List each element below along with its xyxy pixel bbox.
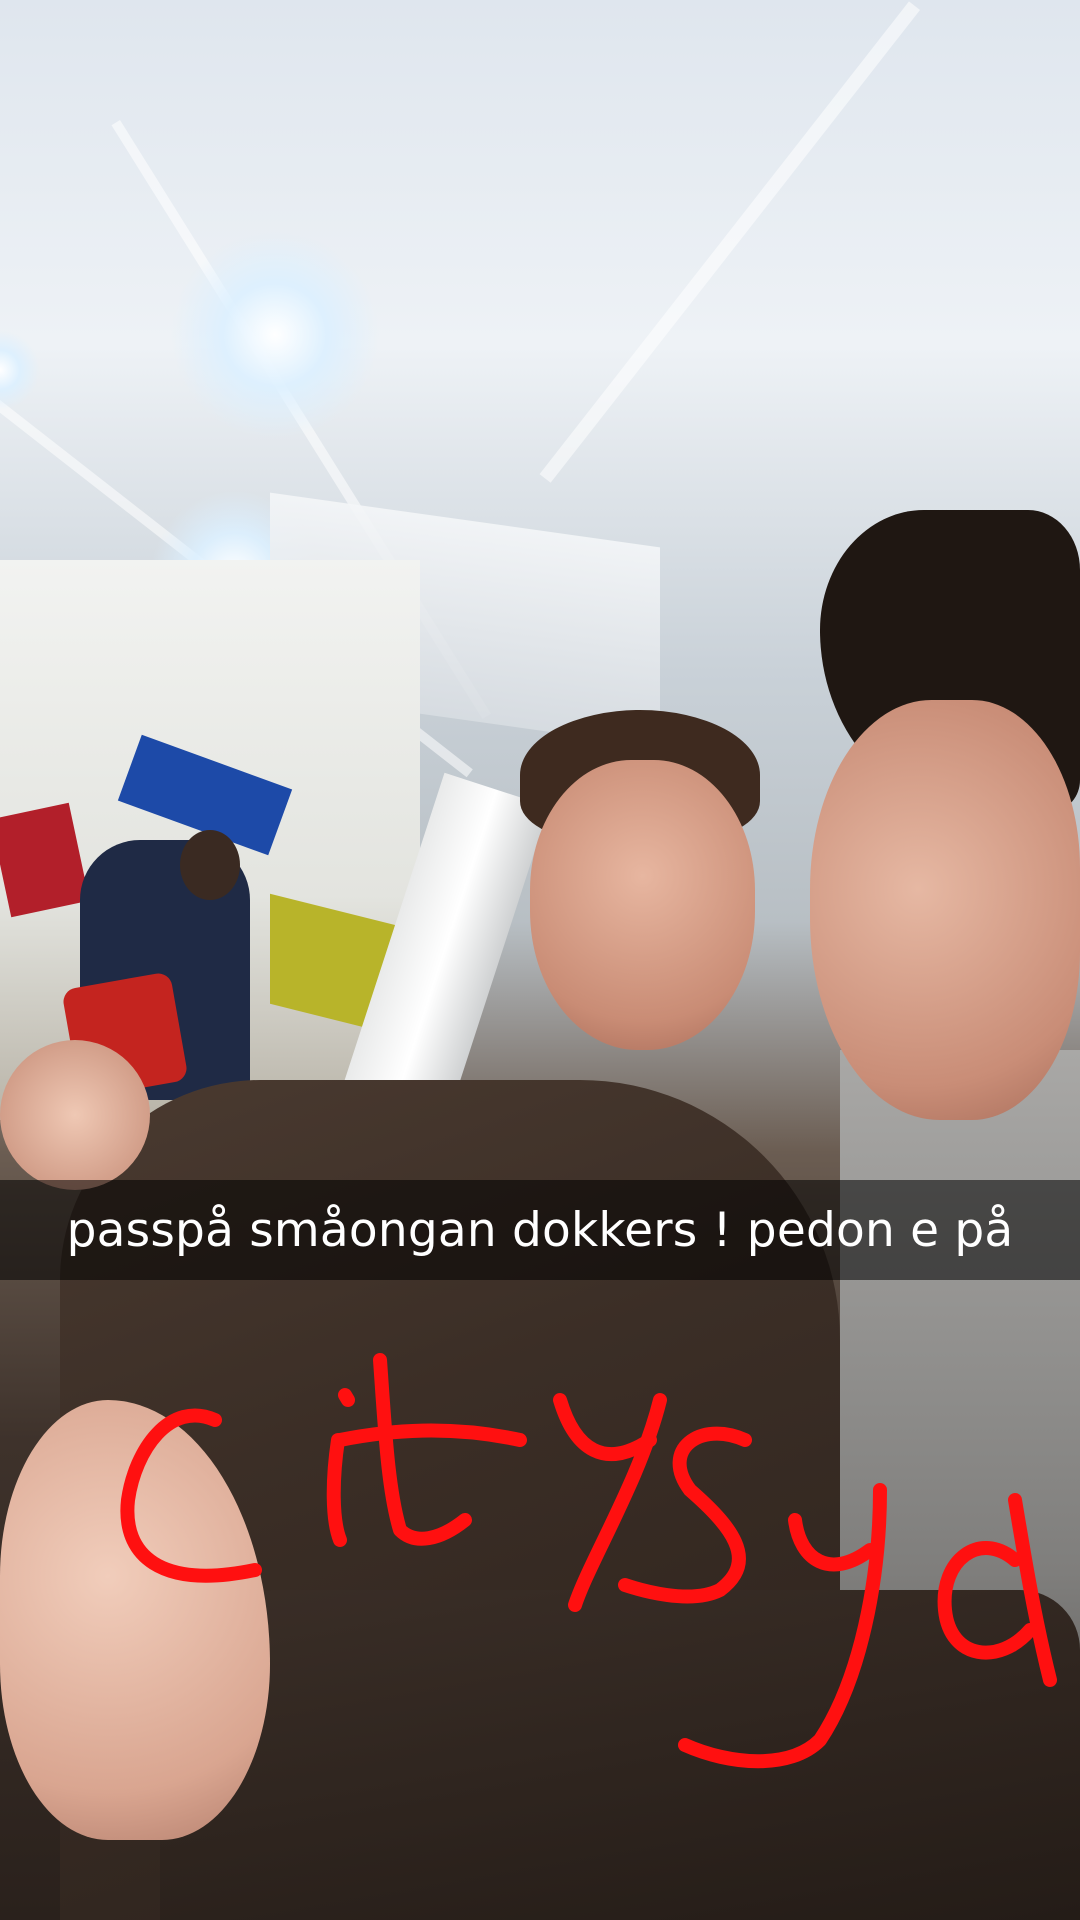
hand xyxy=(0,1040,150,1190)
ceiling-beam xyxy=(539,1,920,483)
snap-view: passpå småongan dokkers ! pedon e på cit… xyxy=(0,0,1080,1920)
background-person-head xyxy=(180,830,240,900)
photo-background xyxy=(0,0,1080,1920)
snowflake-light xyxy=(170,230,380,440)
snap-caption-text: passpå småongan dokkers ! pedon e på xyxy=(66,1202,1014,1258)
snowflake-light xyxy=(0,330,40,410)
face xyxy=(810,700,1080,1120)
snap-caption-bar[interactable]: passpå småongan dokkers ! pedon e på xyxy=(0,1180,1080,1280)
front-sleeve xyxy=(160,1590,1080,1920)
face xyxy=(530,760,755,1050)
